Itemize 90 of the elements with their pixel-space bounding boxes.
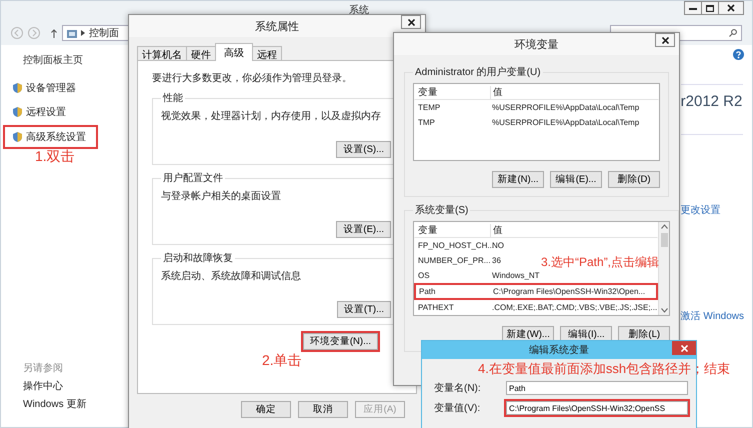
list-button[interactable]: 编辑(E)... bbox=[550, 171, 602, 188]
up-arrow-icon[interactable] bbox=[51, 28, 57, 38]
scroll-thumb[interactable] bbox=[660, 233, 668, 247]
list-row[interactable]: FP_NO_HOST_CH...NO bbox=[414, 238, 658, 253]
section-heading: 另请参阅 bbox=[23, 362, 64, 375]
dialog-title: 系统属性 bbox=[255, 20, 299, 34]
scrollbar[interactable] bbox=[658, 222, 670, 315]
scroll-up-icon[interactable] bbox=[660, 224, 668, 229]
dialog-title: 编辑系统变量 bbox=[529, 344, 589, 357]
sidebar-link[interactable]: Windows 更新 bbox=[23, 397, 125, 411]
column-header[interactable]: 值 bbox=[491, 86, 503, 98]
help-icon[interactable] bbox=[733, 49, 744, 60]
group-title: 性能 bbox=[162, 92, 184, 105]
minimize-button[interactable] bbox=[684, 1, 702, 15]
annotation-text: 2.单击 bbox=[262, 352, 302, 370]
variable-value: %USERPROFILE%\AppData\Local\Temp bbox=[491, 103, 640, 112]
window-title: 系统 bbox=[349, 4, 369, 17]
close-button[interactable] bbox=[718, 1, 744, 15]
tab[interactable]: 计算机名 bbox=[137, 46, 187, 61]
variable-name: Path bbox=[418, 287, 436, 296]
variable-value: %USERPROFILE%\AppData\Local\Temp bbox=[491, 118, 640, 127]
close-icon bbox=[662, 36, 668, 44]
field-label: 变量值(V): bbox=[434, 402, 482, 415]
tab[interactable]: 硬件 bbox=[186, 46, 216, 61]
list-row[interactable]: OS Windows_NT bbox=[414, 268, 658, 283]
group-title: 系统变量(S) bbox=[414, 204, 470, 217]
sidebar-item[interactable]: 设备管理器 bbox=[3, 77, 86, 99]
variable-value: Windows_NT bbox=[491, 271, 540, 280]
variable-name: NUMBER_OF_PR... bbox=[417, 256, 490, 265]
environment-variables-button[interactable]: 环境变量(N)... bbox=[302, 333, 378, 350]
column-header[interactable]: 变量 bbox=[415, 224, 491, 236]
list-button[interactable]: 删除(D) bbox=[608, 171, 660, 188]
annotation-text: 4.在变量值最前面添加ssh包含路径并；结束 bbox=[478, 360, 730, 378]
highlighted-sidebar-item[interactable]: 高级系统设置 bbox=[3, 125, 98, 149]
variable-name: TMP bbox=[417, 118, 436, 127]
folder-icon bbox=[67, 28, 77, 38]
variable-name: PATHEXT bbox=[417, 303, 455, 312]
list-button[interactable]: 新建(N)... bbox=[492, 171, 544, 188]
maximize-icon bbox=[706, 4, 714, 12]
list-row[interactable]: TMP %USERPROFILE%\AppData\Local\Temp bbox=[414, 115, 659, 130]
group-title: 启动和故障恢复 bbox=[162, 252, 234, 265]
close-icon bbox=[408, 18, 414, 26]
variable-value: 36 bbox=[491, 256, 501, 265]
settings-button[interactable]: 设置(E)... bbox=[336, 221, 391, 238]
list-row[interactable]: PATHEXT .COM;.EXE;.BAT;.CMD;.VBS;.VBE;.JS;.JSE;... bbox=[414, 300, 658, 315]
settings-button[interactable]: 设置(T)... bbox=[336, 301, 391, 318]
variable-value-field[interactable]: C:\Program Files\OpenSSH-Win32;OpenSS bbox=[506, 401, 688, 415]
variable-value: .COM;.EXE;.BAT;.CMD;.VBS;.VBE;.JS;.JSE;... bbox=[491, 303, 658, 312]
highlighted-list-row[interactable]: Path C:\Program Files\OpenSSH-Win32\Open... bbox=[414, 283, 658, 300]
shield-icon bbox=[13, 132, 22, 142]
group-title: 用户配置文件 bbox=[162, 172, 224, 185]
group-description: 与登录帐户相关的桌面设置 bbox=[161, 190, 282, 203]
variable-name: OS bbox=[417, 271, 431, 280]
close-icon bbox=[680, 344, 688, 352]
close-button[interactable] bbox=[401, 15, 421, 29]
dialog-title: 环境变量 bbox=[514, 38, 558, 52]
group-title: Administrator 的用户变量(U) bbox=[414, 66, 542, 79]
shield-icon bbox=[13, 107, 22, 117]
tab[interactable]: 高级 bbox=[215, 43, 253, 61]
change-settings-link[interactable]: 更改设置 bbox=[680, 203, 721, 217]
edition-text: r2012 R2 bbox=[680, 93, 742, 110]
column-header[interactable]: 值 bbox=[491, 224, 503, 236]
field-label: 变量名(N): bbox=[434, 382, 482, 395]
group-description: 系统启动、系统故障和调试信息 bbox=[161, 270, 302, 283]
variable-name-field[interactable]: Path bbox=[506, 381, 688, 395]
shield-icon bbox=[13, 83, 22, 93]
close-icon bbox=[727, 4, 735, 12]
dialog-button[interactable]: 确定 bbox=[241, 401, 291, 418]
chevron-icon bbox=[81, 30, 85, 36]
sidebar-link[interactable]: 控制面板主页 bbox=[23, 53, 125, 67]
close-button[interactable] bbox=[655, 33, 675, 47]
annotation-text: 3.选中“Path”,点击编辑 bbox=[541, 254, 660, 271]
notice-text: 要进行大多数更改，你必须作为管理员登录。 bbox=[152, 72, 353, 85]
annotation-text: 1.双击 bbox=[35, 148, 75, 166]
sidebar-link[interactable]: 操作中心 bbox=[23, 379, 125, 393]
group-description: 视觉效果，处理器计划，内存使用，以及虚拟内存 bbox=[161, 110, 382, 123]
search-icon bbox=[729, 29, 737, 37]
maximize-button[interactable] bbox=[701, 1, 719, 15]
variable-name: TEMP bbox=[417, 103, 442, 112]
tab[interactable]: 远程 bbox=[252, 46, 282, 61]
settings-button[interactable]: 设置(S)... bbox=[336, 141, 391, 158]
sidebar-item[interactable]: 远程设置 bbox=[3, 101, 76, 123]
variable-value: C:\Program Files\OpenSSH-Win32\Open... bbox=[492, 287, 646, 296]
activate-link[interactable]: 激活 Windows bbox=[680, 309, 744, 323]
column-header[interactable]: 变量 bbox=[415, 86, 491, 98]
minimize-icon bbox=[689, 6, 697, 10]
scroll-down-icon[interactable] bbox=[660, 308, 668, 313]
dialog-button[interactable]: 取消 bbox=[298, 401, 348, 418]
breadcrumb[interactable]: 控制面 bbox=[89, 26, 119, 40]
list-row[interactable]: TEMP %USERPROFILE%\AppData\Local\Temp bbox=[414, 100, 659, 115]
